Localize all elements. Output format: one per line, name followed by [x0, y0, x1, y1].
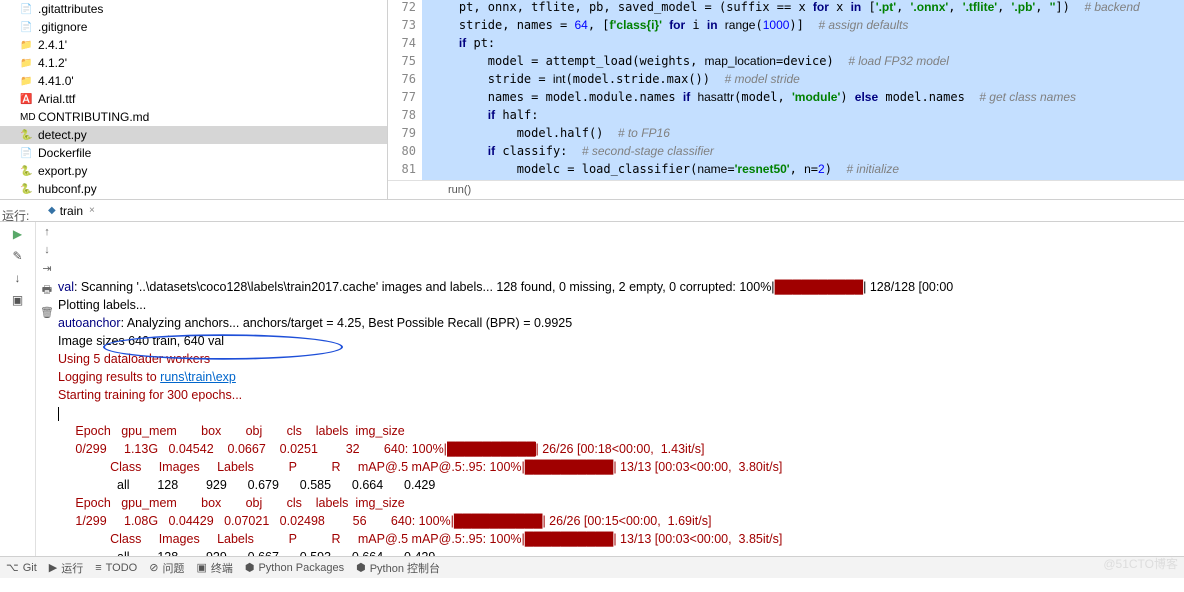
print-button[interactable]: 🖶	[42, 281, 52, 300]
file-icon: 🐍	[20, 184, 34, 195]
file-icon: MD	[20, 112, 34, 123]
file-tree-item[interactable]: 📁 2.4.1'	[0, 36, 387, 54]
file-label: .gitattributes	[38, 2, 103, 16]
code-editor[interactable]: 72 pt, onnx, tflite, pb, saved_model = (…	[388, 0, 1184, 199]
file-tree-item[interactable]: 📄 .gitattributes	[0, 0, 387, 18]
file-icon: 🅰️	[20, 94, 34, 105]
console-line: Class Images Labels P R mAP@.5 mAP@.5:.9…	[58, 458, 1184, 476]
line-number: 77	[388, 90, 422, 108]
run-button[interactable]: ▶	[10, 226, 26, 242]
terminal-tool-window[interactable]: ▣ 终端	[196, 560, 232, 576]
soft-wrap-button[interactable]: ⇥	[42, 262, 51, 275]
code-line[interactable]: model.half() # to FP16	[422, 126, 1184, 144]
run-panel-label: 运行:	[2, 207, 29, 224]
status-bar: ⌥ Git ▶ 运行 ≡ TODO ⊘ 问题 ▣ 终端 ⬢ Python Pac…	[0, 556, 1184, 578]
line-number: 76	[388, 72, 422, 90]
line-number: 80	[388, 144, 422, 162]
file-icon: 🐍	[20, 166, 34, 177]
file-tree-item[interactable]: 🐍 export.py	[0, 162, 387, 180]
file-label: Arial.ttf	[38, 92, 75, 106]
line-number: 72	[388, 0, 422, 18]
console-line: autoanchor: Analyzing anchors... anchors…	[58, 314, 1184, 332]
file-icon: 📁	[20, 40, 34, 51]
python-console-tool-window[interactable]: ⬢ Python 控制台	[356, 560, 440, 576]
file-icon: 📄	[20, 4, 34, 15]
run-tab-label: train	[60, 204, 83, 218]
file-icon: 📄	[20, 148, 34, 159]
console-line	[58, 404, 1184, 422]
todo-tool-window[interactable]: ≡ TODO	[95, 562, 137, 574]
file-tree-item[interactable]: 🐍 hubconf.py	[0, 180, 387, 198]
console-line: Class Images Labels P R mAP@.5 mAP@.5:.9…	[58, 530, 1184, 548]
python-packages-tool-window[interactable]: ⬢ Python Packages	[245, 561, 344, 574]
tool-button[interactable]: ✎	[10, 248, 26, 264]
scroll-bottom-button[interactable]: ↓	[44, 244, 50, 256]
file-tree-item[interactable]: 📁 4.41.0'	[0, 72, 387, 90]
file-tree-item[interactable]: 📄LICENSE	[0, 198, 387, 199]
code-line[interactable]: names = model.module.names if hasattr(mo…	[422, 90, 1184, 108]
file-icon: 📁	[20, 58, 34, 69]
run-tab-train[interactable]: ◆ train ×	[40, 202, 103, 220]
file-label: hubconf.py	[38, 182, 97, 196]
line-number: 81	[388, 162, 422, 180]
run-toolbar-secondary: ↑ ↓ ⇥ 🖶 🗑	[36, 222, 58, 558]
line-number: 75	[388, 54, 422, 72]
run-toolbar-primary: ▶ ✎ ↓ ▣	[0, 222, 36, 558]
run-tool-window[interactable]: ▶ 运行	[49, 560, 83, 576]
line-number: 79	[388, 126, 422, 144]
console-line: val: Scanning '..\datasets\coco128\label…	[58, 278, 1184, 296]
problems-tool-window[interactable]: ⊘ 问题	[149, 560, 184, 576]
layout-button[interactable]: ▣	[10, 292, 26, 308]
console-line: 1/299 1.08G 0.04429 0.07021 0.02498 56 6…	[58, 512, 1184, 530]
console-line: 0/299 1.13G 0.04542 0.0667 0.0251 32 640…	[58, 440, 1184, 458]
console-line: Using 5 dataloader workers	[58, 350, 1184, 368]
code-line[interactable]: if half:	[422, 108, 1184, 126]
code-line[interactable]: stride = int(model.stride.max()) # model…	[422, 72, 1184, 90]
file-tree-item[interactable]: 📁 4.1.2'	[0, 54, 387, 72]
code-line[interactable]: if pt:	[422, 36, 1184, 54]
file-tree-item[interactable]: 📄 Dockerfile	[0, 144, 387, 162]
file-label: detect.py	[38, 128, 87, 142]
file-icon: 🐍	[20, 130, 34, 141]
console-line: Starting training for 300 epochs...	[58, 386, 1184, 404]
console-output[interactable]: val: Scanning '..\datasets\coco128\label…	[58, 222, 1184, 558]
line-number: 78	[388, 108, 422, 126]
file-label: .gitignore	[38, 20, 87, 34]
file-label: Dockerfile	[38, 146, 91, 160]
code-line[interactable]: modelc = load_classifier(name='resnet50'…	[422, 162, 1184, 180]
console-line: Plotting labels...	[58, 296, 1184, 314]
file-icon: 📁	[20, 76, 34, 87]
code-line[interactable]: pt, onnx, tflite, pb, saved_model = (suf…	[422, 0, 1184, 18]
python-icon: ◆	[48, 205, 56, 216]
watermark: @51CTO博客	[1103, 555, 1178, 572]
scroll-top-button[interactable]: ↑	[44, 226, 50, 238]
console-line: Image sizes 640 train, 640 val	[58, 332, 1184, 350]
file-tree-item[interactable]: 🐍 detect.py	[0, 126, 387, 144]
close-icon[interactable]: ×	[89, 205, 95, 216]
code-line[interactable]: stride, names = 64, [f'class{i}' for i i…	[422, 18, 1184, 36]
git-tool-window[interactable]: ⌥ Git	[6, 561, 37, 574]
breadcrumb[interactable]: run()	[388, 180, 1184, 199]
file-label: 2.4.1'	[38, 38, 67, 52]
console-line: Epoch gpu_mem box obj cls labels img_siz…	[58, 494, 1184, 512]
down-button[interactable]: ↓	[10, 270, 26, 286]
file-tree-item[interactable]: MD CONTRIBUTING.md	[0, 108, 387, 126]
file-tree[interactable]: 📄 .gitattributes 📄 .gitignore 📁 2.4.1' 📁 4.1.2'…	[0, 0, 388, 199]
console-line: Epoch gpu_mem box obj cls labels img_siz…	[58, 422, 1184, 440]
file-label: CONTRIBUTING.md	[38, 110, 149, 124]
file-label: export.py	[38, 164, 87, 178]
file-label: 4.1.2'	[38, 56, 67, 70]
console-line: all 128 929 0.679 0.585 0.664 0.429	[58, 476, 1184, 494]
file-tree-item[interactable]: 🅰️ Arial.ttf	[0, 90, 387, 108]
file-tree-item[interactable]: 📄 .gitignore	[0, 18, 387, 36]
console-line: Logging results to runs\train\exp	[58, 368, 1184, 386]
file-label: 4.41.0'	[38, 74, 74, 88]
code-line[interactable]: model = attempt_load(weights, map_locati…	[422, 54, 1184, 72]
file-icon: 📄	[20, 22, 34, 33]
line-number: 74	[388, 36, 422, 54]
line-number: 73	[388, 18, 422, 36]
code-line[interactable]: if classify: # second-stage classifier	[422, 144, 1184, 162]
clear-button[interactable]: 🗑	[40, 306, 54, 319]
